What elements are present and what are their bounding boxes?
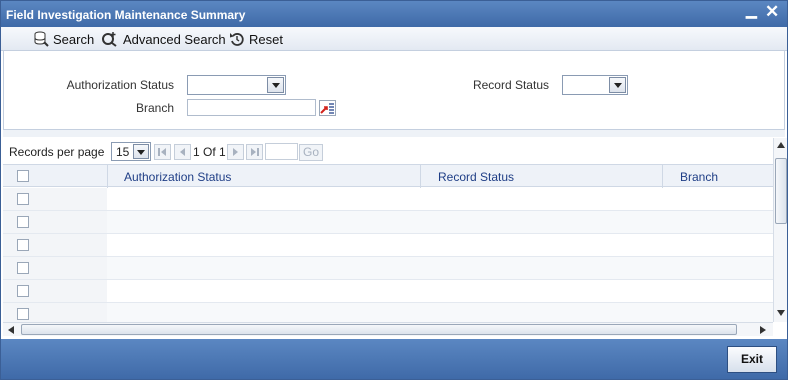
column-header-branch[interactable]: Branch [680, 170, 718, 184]
lov-icon[interactable] [319, 100, 336, 116]
scroll-right-icon[interactable] [760, 326, 766, 334]
search-button[interactable]: Search [33, 31, 94, 47]
next-page-button[interactable] [227, 144, 244, 160]
next-page-icon [233, 148, 238, 156]
first-page-button[interactable] [154, 144, 171, 160]
search-label: Search [53, 31, 95, 47]
horizontal-scrollbar[interactable] [3, 322, 773, 336]
chevron-down-icon [267, 77, 284, 93]
vertical-scroll-thumb[interactable] [775, 158, 787, 224]
last-page-icon [251, 148, 259, 156]
search-criteria-panel: Authorization Status Record Status Branc… [3, 51, 785, 129]
column-divider [662, 165, 663, 188]
column-divider [420, 165, 421, 188]
chevron-down-icon [609, 77, 626, 93]
branch-label: Branch [135, 101, 174, 115]
vertical-scrollbar[interactable] [773, 138, 787, 322]
previous-page-icon [180, 148, 185, 156]
row-checkbox[interactable] [17, 262, 29, 274]
first-page-icon [158, 148, 166, 156]
row-selector-cell [3, 303, 107, 322]
row-selector-cell [3, 211, 107, 233]
exit-button[interactable]: Exit [727, 346, 777, 373]
page-indicator: 1 Of 1 [193, 145, 226, 159]
search-icon [34, 31, 49, 47]
advanced-search-button[interactable]: Advanced Search [101, 31, 226, 47]
scroll-up-icon[interactable] [777, 142, 785, 148]
records-per-page-label: Records per page [9, 145, 105, 159]
row-checkbox[interactable] [17, 216, 29, 228]
reset-button[interactable]: Reset [229, 31, 283, 47]
records-per-page-select[interactable]: 15 [111, 142, 151, 161]
row-selector-cell [3, 257, 107, 279]
row-checkbox[interactable] [17, 239, 29, 251]
table-row[interactable] [3, 234, 773, 257]
records-per-page-value: 15 [116, 145, 130, 159]
record-status-select[interactable] [562, 75, 628, 95]
previous-page-button[interactable] [174, 144, 191, 160]
authorization-status-select[interactable] [187, 75, 286, 95]
scroll-left-icon[interactable] [8, 326, 14, 334]
results-grid: Authorization Status Record Status Branc… [3, 164, 773, 322]
window-title: Field Investigation Maintenance Summary [6, 8, 246, 22]
go-button[interactable]: Go [299, 144, 323, 161]
reset-icon [230, 33, 244, 46]
summary-window: Field Investigation Maintenance Summary … [0, 0, 788, 380]
table-row[interactable] [3, 303, 773, 322]
close-icon[interactable]: ✕ [765, 2, 779, 22]
section-divider [3, 129, 785, 137]
row-selector-cell [3, 188, 107, 210]
last-page-button[interactable] [246, 144, 263, 160]
row-selector-cell [3, 234, 107, 256]
grid-header: Authorization Status Record Status Branc… [3, 164, 773, 188]
minimize-icon[interactable]: ▁ [746, 2, 757, 19]
column-divider [107, 165, 108, 188]
toolbar: Search Advanced Search Reset [1, 27, 787, 51]
authorization-status-label: Authorization Status [66, 78, 174, 92]
record-status-label: Record Status [472, 78, 549, 92]
row-selector-cell [3, 280, 107, 302]
footer-bar: Exit [1, 339, 787, 379]
row-checkbox[interactable] [17, 308, 29, 320]
table-row[interactable] [3, 211, 773, 234]
chevron-down-icon [133, 144, 149, 159]
advanced-search-label: Advanced Search [123, 31, 226, 47]
horizontal-scroll-thumb[interactable] [21, 324, 737, 335]
go-to-page-input[interactable] [265, 143, 298, 160]
table-row[interactable] [3, 188, 773, 211]
column-header-record-status[interactable]: Record Status [438, 170, 514, 184]
table-row[interactable] [3, 280, 773, 303]
reset-label: Reset [249, 31, 283, 47]
scroll-down-icon[interactable] [777, 310, 785, 316]
branch-input[interactable] [187, 99, 316, 116]
table-row[interactable] [3, 257, 773, 280]
row-checkbox[interactable] [17, 193, 29, 205]
column-header-authorization-status[interactable]: Authorization Status [124, 170, 231, 184]
title-bar: Field Investigation Maintenance Summary … [1, 1, 787, 27]
pagination-bar: Records per page 15 1 Of 1 Go [3, 138, 773, 164]
advanced-search-icon [102, 32, 117, 47]
select-all-checkbox[interactable] [17, 170, 29, 182]
row-checkbox[interactable] [17, 285, 29, 297]
